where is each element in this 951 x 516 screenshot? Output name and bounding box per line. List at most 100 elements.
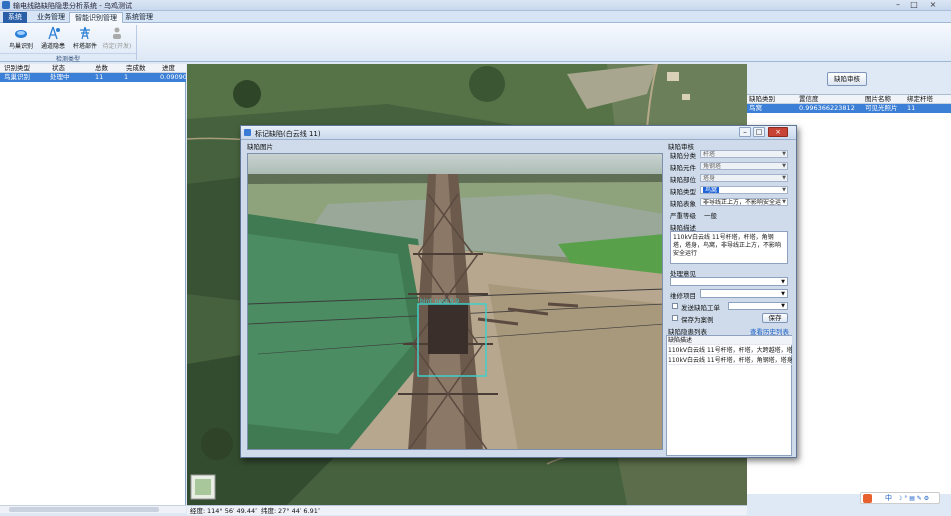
dialog-title: 标记缺陷(白云线 11): [255, 130, 321, 138]
cell-status: 处理中: [50, 73, 70, 81]
task-list-header: 识别类型 状态 总数 完成数 进度: [0, 64, 186, 73]
table-row[interactable]: 鸟窝 0.996366223812 可见光照片 11: [747, 104, 951, 113]
list-item[interactable]: 110kV白云线 11号杆塔，杆塔，角钢塔，塔身，: [668, 356, 792, 365]
detection-label: bird_nest:0.9: [420, 298, 460, 305]
chevron-down-icon: ▼: [782, 199, 786, 205]
ime-logo-icon: [863, 494, 872, 503]
defect-class-value: 杆塔: [703, 151, 716, 158]
defect-part-value: 塔身: [703, 175, 716, 182]
tab-smart-recognition[interactable]: 智能识别管理: [69, 12, 123, 23]
chevron-down-icon: ▼: [782, 151, 786, 157]
minimize-button[interactable]: –: [891, 0, 905, 10]
dialog-close-button[interactable]: ×: [768, 127, 788, 137]
table-row[interactable]: 鸟巢识别 处理中 11 1 0.0909090: [0, 73, 186, 82]
ime-tool-icons[interactable]: ☽ ° ▤ ✎ ⚙: [897, 493, 929, 504]
defect-photo[interactable]: bird_nest:0.9: [247, 153, 663, 450]
person-icon: [113, 27, 121, 39]
tower-parts-button[interactable]: 杆塔部件: [68, 25, 102, 53]
defect-class-label: 缺陷分类: [670, 152, 696, 160]
cell-done: 1: [124, 73, 129, 81]
defect-class-select[interactable]: 杆塔 ▼: [700, 150, 788, 158]
defect-type-select[interactable]: 鸟窝 ▼: [700, 186, 788, 194]
defect-symptom-value: 非导线正上方，不影响安全运: [703, 199, 782, 206]
chevron-down-icon: ▼: [782, 175, 786, 181]
bird-nest-recognition-label: 鸟巢识别: [8, 43, 33, 50]
channel-hazard-label: 通道隐患: [40, 43, 65, 50]
latitude-label: 纬度:: [261, 507, 277, 515]
col-total[interactable]: 总数: [95, 64, 108, 73]
latitude-value: 27° 44′ 6.91″: [278, 507, 321, 515]
tower-parts-label: 杆塔部件: [72, 43, 97, 50]
severity-value: 一般: [704, 212, 717, 220]
longitude-label: 经度:: [190, 507, 206, 515]
horizontal-scrollbar[interactable]: [0, 505, 186, 513]
chevron-down-icon: ▼: [781, 279, 785, 285]
defect-component-label: 缺陷元件: [670, 164, 696, 172]
app-title: 输电线路缺陷隐患分析系统 - 乌鸡测试: [13, 2, 132, 10]
history-header: 缺陷描述: [668, 336, 792, 345]
cell-total: 11: [95, 73, 104, 81]
ribbon-group-separator: [136, 25, 137, 60]
maximize-button[interactable]: □: [907, 0, 921, 10]
longitude-value: 114° 56′ 49.44″: [207, 507, 258, 515]
cell-tower: 11: [907, 104, 916, 112]
col-defect-category[interactable]: 缺陷类别: [749, 95, 775, 104]
cell-category: 鸟窝: [749, 104, 762, 112]
col-confidence[interactable]: 置信度: [799, 95, 819, 104]
defect-history-list: 缺陷描述 110kV白云线 11号杆塔，杆塔，大跨越塔，塔 110kV白云线 1…: [666, 335, 792, 456]
col-image-name[interactable]: 图片名称: [865, 95, 891, 104]
chevron-down-icon: ▼: [781, 303, 785, 309]
defect-symptom-select[interactable]: 非导线正上方，不影响安全运 ▼: [700, 198, 788, 206]
dialog-minimize-button[interactable]: –: [739, 127, 751, 137]
mark-defect-dialog: 标记缺陷(白云线 11) – □ × 缺陷图片 bird_nest:0.9 缺陷…: [240, 125, 797, 458]
work-order-select[interactable]: ▼: [728, 302, 788, 310]
col-progress[interactable]: 进度: [162, 64, 175, 73]
cell-type: 鸟巢识别: [4, 73, 30, 81]
repair-item-label: 维修项目: [670, 292, 696, 300]
pending-label: 待定(开发): [102, 43, 132, 50]
cell-confidence: 0.996366223812: [799, 104, 855, 112]
col-recognition-type[interactable]: 识别类型: [4, 64, 30, 73]
scrollbar-thumb[interactable]: [9, 507, 159, 512]
description-textarea[interactable]: 110kV白云线 11号杆塔，杆塔，角钢塔，塔身，鸟窝，非导线正上方，不影响安全…: [670, 231, 788, 264]
dialog-maximize-button[interactable]: □: [753, 127, 765, 137]
close-button[interactable]: ×: [923, 0, 943, 10]
tab-system-management[interactable]: 系统管理: [120, 12, 158, 23]
channel-hazard-button[interactable]: 通道隐患: [36, 25, 70, 53]
task-list-panel: 识别类型 状态 总数 完成数 进度 鸟巢识别 处理中 11 1 0.090909…: [0, 64, 186, 513]
col-done[interactable]: 完成数: [126, 64, 146, 73]
defect-symptom-label: 缺陷表象: [670, 200, 696, 208]
pending-button[interactable]: 待定(开发): [100, 25, 134, 53]
ime-language-toggle[interactable]: 中: [885, 493, 892, 504]
opinion-select[interactable]: ▼: [670, 277, 788, 286]
defect-review-button[interactable]: 缺陷审核: [827, 72, 867, 86]
defect-review-form: 缺陷审核 缺陷分类 杆塔 ▼ 缺陷元件 角钢塔 ▼ 缺陷部位 塔身 ▼ 缺陷类型 鸟窝…: [666, 140, 794, 456]
save-button[interactable]: 保存: [762, 313, 788, 323]
bird-nest-recognition-button[interactable]: 鸟巢识别: [4, 25, 38, 53]
save-as-case-checkbox[interactable]: [672, 315, 678, 321]
ime-toolbar[interactable]: 中 ☽ ° ▤ ✎ ⚙: [860, 492, 940, 504]
cell-progress: 0.0909090: [160, 73, 186, 81]
col-bound-tower[interactable]: 绑定杆塔: [907, 95, 933, 104]
tower-icon: [80, 26, 90, 40]
ribbon-group-label: 检测类型: [0, 53, 136, 63]
dialog-title-bar[interactable]: 标记缺陷(白云线 11) – □ ×: [241, 126, 796, 140]
defect-part-label: 缺陷部位: [670, 176, 696, 184]
chevron-down-icon: ▼: [782, 163, 786, 169]
bird-nest-icon: [15, 30, 27, 38]
severity-label: 严重等级: [670, 212, 696, 220]
menu-bar: 系统 业务管理 智能识别管理 系统管理: [0, 11, 951, 23]
status-bar: 经度: 114° 56′ 49.44″ 纬度: 27° 44′ 6.91″: [187, 505, 747, 515]
defect-part-select[interactable]: 塔身 ▼: [700, 174, 788, 182]
chevron-down-icon: ▼: [781, 291, 785, 297]
defect-component-select[interactable]: 角钢塔 ▼: [700, 162, 788, 170]
repair-item-select[interactable]: ▼: [700, 289, 788, 298]
chevron-down-icon: ▼: [782, 187, 786, 193]
tab-business[interactable]: 业务管理: [32, 12, 70, 23]
col-status[interactable]: 状态: [52, 64, 65, 73]
tab-system-orb[interactable]: 系统: [3, 12, 27, 23]
send-work-order-checkbox[interactable]: [672, 303, 678, 309]
dialog-app-icon: [244, 129, 251, 136]
list-item[interactable]: 110kV白云线 11号杆塔，杆塔，大跨越塔，塔: [668, 346, 792, 355]
ribbon: 鸟巢识别 通道隐患 杆塔部件 待定(开发) 检测类型: [0, 23, 951, 63]
